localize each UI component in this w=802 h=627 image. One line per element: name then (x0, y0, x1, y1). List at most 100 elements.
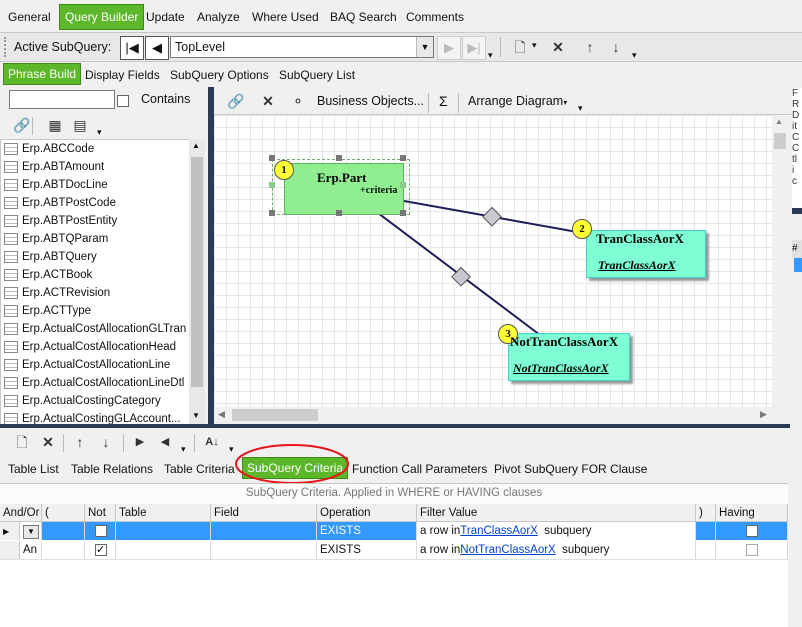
diagram-vscrollbar[interactable]: ▲ (772, 115, 788, 407)
resize-handle[interactable] (269, 155, 275, 161)
resize-handle[interactable] (400, 210, 406, 216)
list-item[interactable]: Erp.ABTQParam (4, 230, 108, 248)
diagram-link-button[interactable]: 🔗 (226, 91, 246, 111)
list-item[interactable]: Erp.ActualCostAllocationLineDtl (4, 374, 184, 392)
last-subquery-button[interactable]: ▶| (462, 36, 486, 60)
resize-handle[interactable] (400, 182, 406, 188)
tab-update[interactable]: Update (146, 6, 185, 28)
toolbar-overflow-icon[interactable]: ▾ (488, 50, 493, 61)
scroll-down-icon[interactable]: ▼ (192, 411, 200, 420)
tab-phrase-build[interactable]: Phrase Build (3, 63, 82, 85)
diagram-hscrollbar[interactable]: ◀ ▶ (214, 407, 788, 423)
resize-handle[interactable] (336, 155, 342, 161)
diagram-canvas[interactable]: 1 Erp.Part +criteria 2 TranClassAorX Tra… (214, 115, 772, 407)
diagram-overflow-icon[interactable]: ▾ (578, 103, 583, 114)
list-item[interactable]: Erp.ACTBook (4, 266, 92, 284)
first-subquery-button[interactable]: |◀ (120, 36, 144, 60)
subquery-link[interactable]: TranClassAorX (460, 525, 538, 537)
table-cell[interactable] (116, 541, 211, 559)
node-subquery-link[interactable]: NotTranClassAorX (513, 361, 609, 376)
list-item[interactable]: Erp.ABTPostCode (4, 194, 116, 212)
criteria-up-button[interactable]: ↑ (70, 432, 90, 452)
relation-diamond-1[interactable] (482, 206, 502, 227)
list-item[interactable]: Erp.ActualCostAllocationLine (4, 356, 170, 374)
delete-criteria-button[interactable]: ✕ (38, 432, 58, 452)
tab-baq-search[interactable]: BAQ Search (330, 6, 397, 28)
move-down-button[interactable]: ↓ (606, 37, 626, 57)
resize-handle[interactable] (400, 155, 406, 161)
list-item[interactable]: Erp.ActualCostingCategory (4, 392, 161, 410)
column-header-open-paren[interactable]: ( (42, 504, 85, 522)
tab-analyze[interactable]: Analyze (197, 6, 240, 28)
field-cell[interactable] (211, 522, 317, 540)
having-checkbox[interactable] (716, 541, 788, 559)
scrollbar-thumb[interactable] (191, 157, 203, 387)
filter-value-cell[interactable]: a row inTranClassAorX subquery (417, 522, 696, 540)
scrollbar-thumb[interactable] (774, 133, 786, 149)
row-indicator[interactable] (0, 541, 20, 559)
resize-handle[interactable] (336, 210, 342, 216)
table-list-scrollbar[interactable]: ▲ ▼ (189, 139, 205, 425)
new-criteria-button[interactable]: 🗋 (12, 432, 32, 452)
list-item[interactable]: Erp.ACTType (4, 302, 91, 320)
close-paren-cell[interactable] (696, 522, 716, 540)
list-item[interactable]: Erp.ABTDocLine (4, 176, 108, 194)
open-paren-cell[interactable] (42, 522, 85, 540)
criteria-down-button[interactable]: ↓ (96, 432, 116, 452)
table-search-input[interactable] (9, 90, 115, 109)
column-header-not[interactable]: Not (85, 504, 116, 522)
tab-general[interactable]: General (8, 6, 51, 28)
scroll-right-icon[interactable]: ▶ (760, 409, 767, 420)
criteria-overflow-icon[interactable]: ▾ (181, 444, 186, 455)
scroll-up-icon[interactable]: ▲ (775, 117, 783, 126)
close-paren-cell[interactable] (696, 541, 716, 559)
filter-value-cell[interactable]: a row inNotTranClassAorX subquery (417, 541, 696, 559)
operation-cell[interactable]: EXISTS (317, 522, 417, 540)
calculator-options-button[interactable]: ▤ (70, 115, 90, 135)
add-relation-button[interactable]: 🔗 (12, 115, 32, 135)
tab-table-criteria[interactable]: Table Criteria (164, 459, 235, 479)
tab-comments[interactable]: Comments (406, 6, 464, 28)
contains-checkbox[interactable] (117, 93, 129, 107)
operation-cell[interactable]: EXISTS (317, 541, 417, 559)
table-cell[interactable] (116, 522, 211, 540)
new-subquery-dropdown-icon[interactable]: ▾ (532, 40, 537, 51)
list-item[interactable]: Erp.ABTQuery (4, 248, 97, 266)
andor-cell[interactable]: An (20, 541, 42, 559)
tab-function-call-parameters[interactable]: Function Call Parameters (352, 459, 487, 479)
tab-table-relations[interactable]: Table Relations (71, 459, 153, 479)
tab-pivot-subquery[interactable]: Pivot SubQuery FOR Clause (494, 459, 647, 479)
move-up-button[interactable]: ↑ (580, 37, 600, 57)
resize-handle[interactable] (269, 182, 275, 188)
tab-where-used[interactable]: Where Used (252, 6, 319, 28)
tab-subquery-list[interactable]: SubQuery List (279, 65, 355, 85)
delete-subquery-button[interactable]: ✕ (548, 37, 568, 57)
arrange-diagram-button[interactable]: Arrange Diagram▾ (468, 94, 567, 108)
calculator-button[interactable]: ▦ (45, 115, 65, 135)
prev-subquery-button[interactable]: ◀ (145, 36, 169, 60)
diagram-delete-button[interactable]: ✕ (258, 91, 278, 111)
row-indicator[interactable]: ▶ (0, 522, 20, 540)
column-header-andor[interactable]: And/Or (0, 504, 42, 522)
not-checkbox[interactable] (85, 522, 116, 540)
not-checkbox[interactable] (85, 541, 116, 559)
resize-handle[interactable] (269, 210, 275, 216)
scroll-left-icon[interactable]: ◀ (218, 409, 225, 420)
dropdown-arrow-icon[interactable]: ▼ (416, 37, 433, 57)
scrollbar-thumb[interactable] (232, 409, 318, 421)
toolbar-overflow-icon-2[interactable]: ▾ (632, 50, 637, 61)
column-header-close-paren[interactable]: ) (696, 504, 716, 522)
new-subquery-button[interactable]: 🗋 (510, 37, 530, 57)
column-header-having[interactable]: Having (716, 504, 788, 522)
open-paren-cell[interactable] (42, 541, 85, 559)
list-item[interactable]: Erp.ABTAmount (4, 158, 104, 176)
sigma-button[interactable]: Σ (439, 93, 448, 109)
subquery-select[interactable]: TopLevel ▼ (170, 36, 434, 58)
column-header-field[interactable]: Field (211, 504, 317, 522)
column-header-operation[interactable]: Operation (317, 504, 417, 522)
list-item[interactable]: Erp.ActualCostAllocationGLTran (4, 320, 186, 338)
having-checkbox[interactable] (716, 522, 788, 540)
sort-button[interactable]: A↓ (202, 432, 222, 452)
list-item[interactable]: Erp.ACTRevision (4, 284, 110, 302)
tab-table-list[interactable]: Table List (8, 459, 59, 479)
